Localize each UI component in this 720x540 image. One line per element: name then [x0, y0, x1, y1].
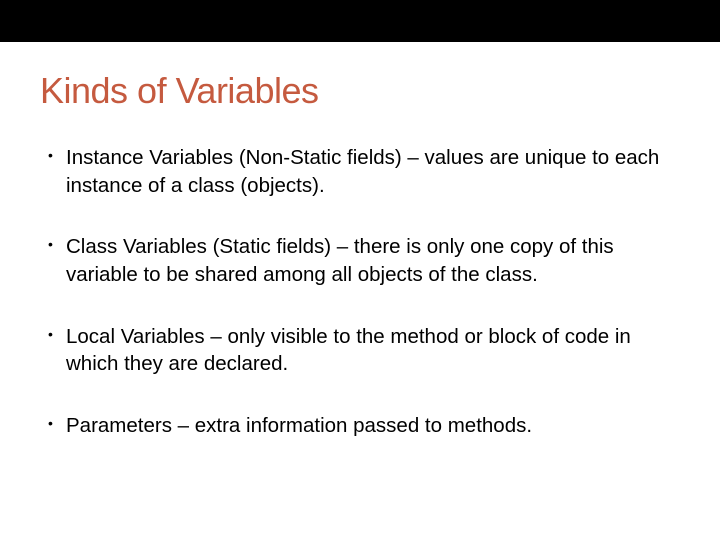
list-item: Parameters – extra information passed to… — [48, 412, 680, 440]
list-item: Instance Variables (Non-Static fields) –… — [48, 144, 680, 199]
list-item: Class Variables (Static fields) – there … — [48, 233, 680, 288]
slide-content: Kinds of Variables Instance Variables (N… — [0, 42, 720, 440]
top-bar — [0, 0, 720, 42]
slide-title: Kinds of Variables — [40, 70, 680, 112]
bullet-list: Instance Variables (Non-Static fields) –… — [40, 144, 680, 440]
list-item: Local Variables – only visible to the me… — [48, 323, 680, 378]
